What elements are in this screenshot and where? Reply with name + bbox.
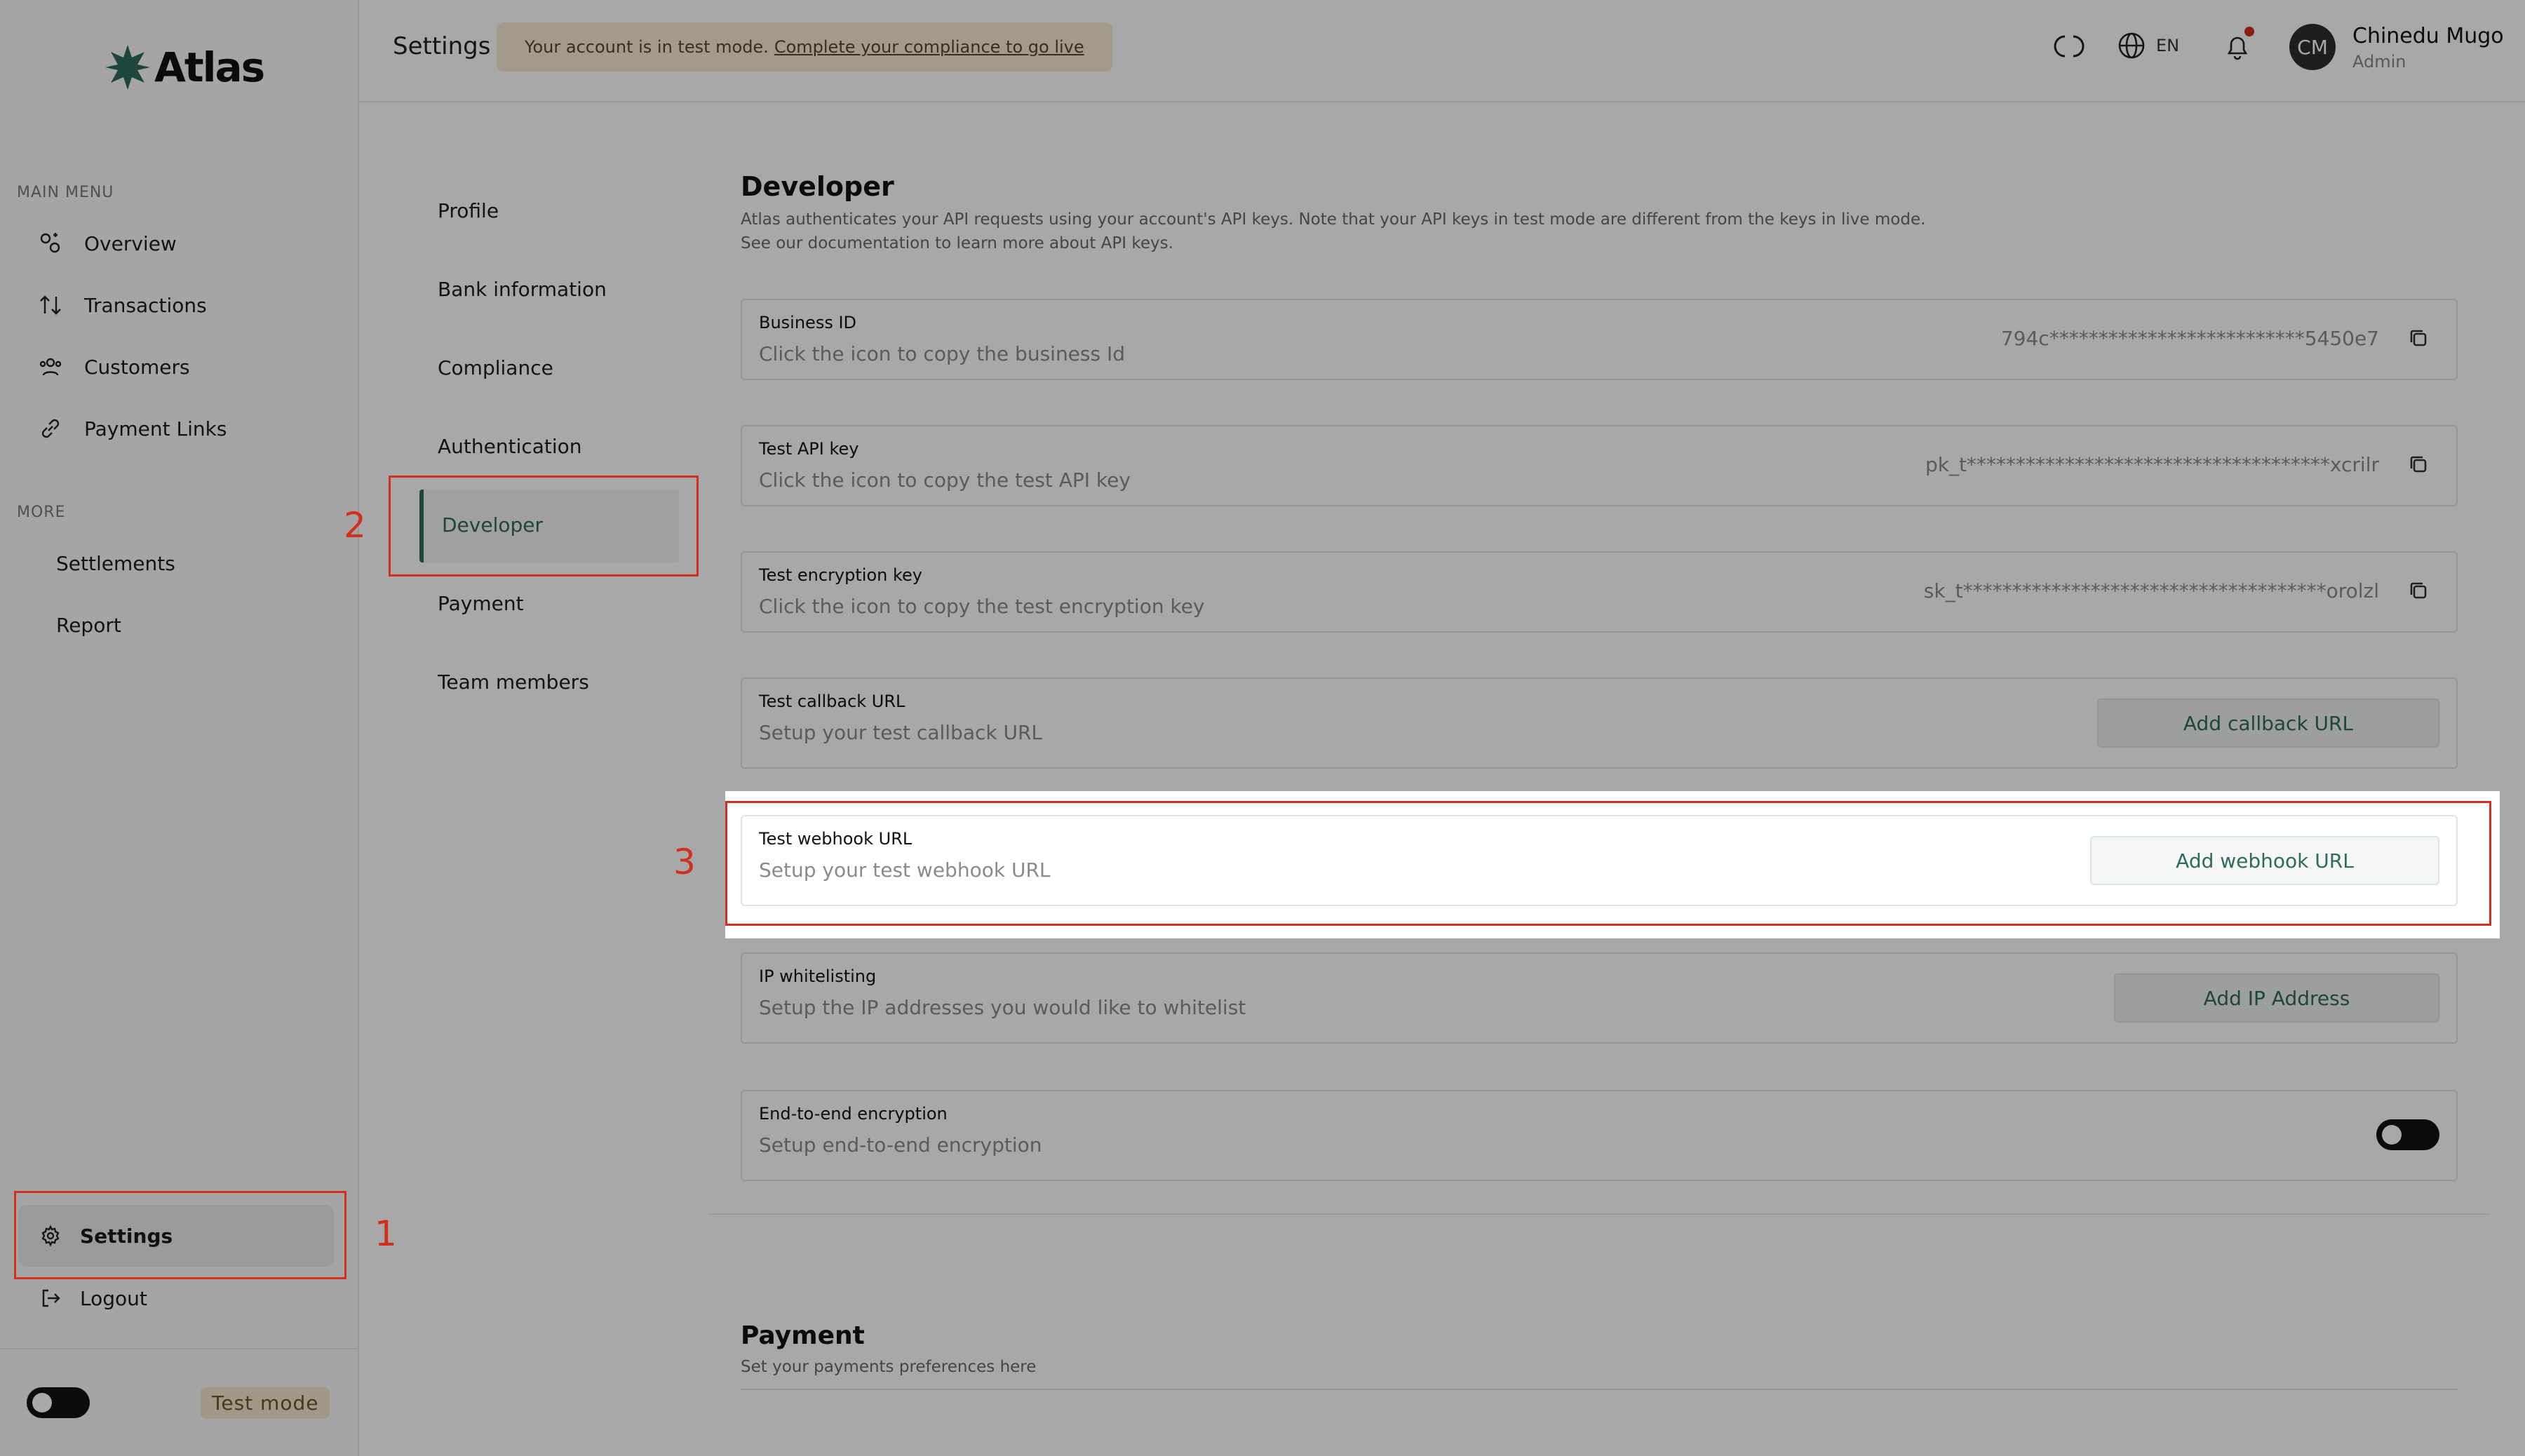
link-icon — [41, 419, 60, 438]
add-ip-address-button[interactable]: Add IP Address — [2114, 973, 2439, 1023]
sidebar-item-report[interactable]: Report — [56, 607, 121, 642]
logout-icon — [42, 1289, 60, 1307]
card-subtext: Setup the IP addresses you would like to… — [759, 996, 1246, 1019]
language-selector[interactable]: EN — [2117, 31, 2179, 60]
more-label: MORE — [17, 504, 66, 521]
sidebar-item-label: Transactions — [84, 293, 207, 317]
copy-icon[interactable] — [2407, 453, 2431, 477]
business-id-value: 794c**************************5450e7 — [2000, 327, 2379, 350]
card-subtext: Click the icon to copy the business Id — [759, 342, 1126, 365]
sidebar-item-label: Report — [56, 613, 121, 637]
test-callback-url-card: Test callback URL Setup your test callba… — [741, 678, 2458, 769]
sidebar-item-label: Logout — [80, 1286, 147, 1310]
payment-section-title: Payment — [741, 1321, 865, 1350]
settings-nav-compliance[interactable]: Compliance — [438, 356, 553, 379]
card-label: Test API key — [759, 439, 859, 459]
e2e-encryption-card: End-to-end encryption Setup end-to-end e… — [741, 1090, 2458, 1181]
language-label: EN — [2156, 36, 2180, 55]
annotation-box-2 — [389, 476, 699, 577]
transactions-icon — [40, 295, 61, 315]
sidebar-item-settlements[interactable]: Settlements — [56, 546, 175, 581]
annotation-number-3: 3 — [673, 842, 696, 882]
atlas-logo-icon — [105, 45, 150, 90]
avatar[interactable]: CM — [2289, 24, 2336, 70]
page-title: Settings — [393, 32, 491, 60]
annotation-box-1 — [14, 1191, 346, 1279]
settings-nav-profile[interactable]: Profile — [438, 199, 499, 222]
card-label: End-to-end encryption — [759, 1104, 948, 1124]
card-label: Test encryption key — [759, 565, 922, 585]
copy-icon[interactable] — [2407, 579, 2431, 603]
sidebar-item-customers[interactable]: Customers — [38, 349, 190, 384]
test-api-key-card: Test API key Click the icon to copy the … — [741, 425, 2458, 506]
overview-icon — [40, 233, 60, 253]
sidebar-item-payment-links[interactable]: Payment Links — [38, 411, 227, 446]
payment-section-description: Set your payments preferences here — [741, 1358, 1037, 1376]
globe-icon — [2118, 32, 2145, 59]
sidebar-item-overview[interactable]: Overview — [38, 226, 177, 261]
business-id-card: Business ID Click the icon to copy the b… — [741, 299, 2458, 380]
sidebar-footer: Test mode — [0, 1348, 358, 1456]
annotation-number-2: 2 — [344, 505, 366, 546]
top-header: Settings Your account is in test mode. C… — [359, 0, 2525, 102]
compliance-link[interactable]: Complete your compliance to go live — [774, 37, 1084, 57]
card-subtext: Click the icon to copy the test encrypti… — [759, 595, 1205, 618]
logo-text: Atlas — [154, 43, 265, 91]
sidebar-item-label: Overview — [84, 231, 177, 255]
section-divider — [708, 1213, 2490, 1215]
test-encryption-key-value: sk_t************************************… — [1923, 579, 2379, 602]
sidebar-item-label: Customers — [84, 355, 190, 379]
e2e-encryption-toggle[interactable] — [2376, 1119, 2439, 1150]
card-label: Business ID — [759, 313, 857, 332]
settings-nav-authentication[interactable]: Authentication — [438, 435, 582, 458]
theme-toggle-icon[interactable] — [2054, 31, 2085, 62]
developer-description: Atlas authenticates your API requests us… — [741, 208, 1933, 255]
sidebar-item-label: Settlements — [56, 551, 175, 575]
user-name: Chinedu Mugo — [2352, 24, 2504, 48]
developer-description-line-2: See our documentation to learn more abou… — [741, 234, 1173, 252]
settings-nav-payment[interactable]: Payment — [438, 592, 524, 615]
user-role: Admin — [2352, 52, 2406, 72]
developer-title: Developer — [741, 171, 894, 202]
sidebar-item-transactions[interactable]: Transactions — [38, 288, 207, 323]
card-label: IP whitelisting — [759, 966, 877, 986]
copy-icon[interactable] — [2407, 327, 2431, 351]
notification-dot — [2244, 27, 2254, 36]
test-api-key-value: pk_t************************************… — [1925, 453, 2379, 476]
sidebar-item-logout[interactable]: Logout — [39, 1281, 147, 1316]
test-encryption-key-card: Test encryption key Click the icon to co… — [741, 551, 2458, 633]
annotation-box-3 — [725, 801, 2491, 926]
settings-nav-bank-information[interactable]: Bank information — [438, 278, 607, 301]
settings-nav-team-members[interactable]: Team members — [438, 670, 589, 694]
sidebar-item-label: Payment Links — [84, 417, 227, 440]
test-mode-toggle[interactable] — [27, 1387, 90, 1418]
developer-description-line-1: Atlas authenticates your API requests us… — [741, 210, 1926, 229]
card-subtext: Setup end-to-end encryption — [759, 1133, 1042, 1157]
annotation-number-1: 1 — [375, 1213, 397, 1254]
main-menu-label: MAIN MENU — [17, 184, 114, 201]
card-label: Test callback URL — [759, 692, 905, 711]
test-mode-banner: Your account is in test mode. Complete y… — [497, 22, 1112, 72]
atlas-logo[interactable]: Atlas — [104, 43, 265, 91]
card-subtext: Click the icon to copy the test API key — [759, 469, 1131, 492]
test-mode-badge: Test mode — [201, 1387, 330, 1419]
add-callback-url-button[interactable]: Add callback URL — [2097, 699, 2439, 748]
customers-icon — [39, 358, 62, 376]
card-subtext: Setup your test callback URL — [759, 721, 1043, 744]
ip-whitelisting-card: IP whitelisting Setup the IP addresses y… — [741, 952, 2458, 1044]
banner-text: Your account is in test mode. — [525, 37, 769, 57]
payment-divider — [741, 1389, 2458, 1390]
